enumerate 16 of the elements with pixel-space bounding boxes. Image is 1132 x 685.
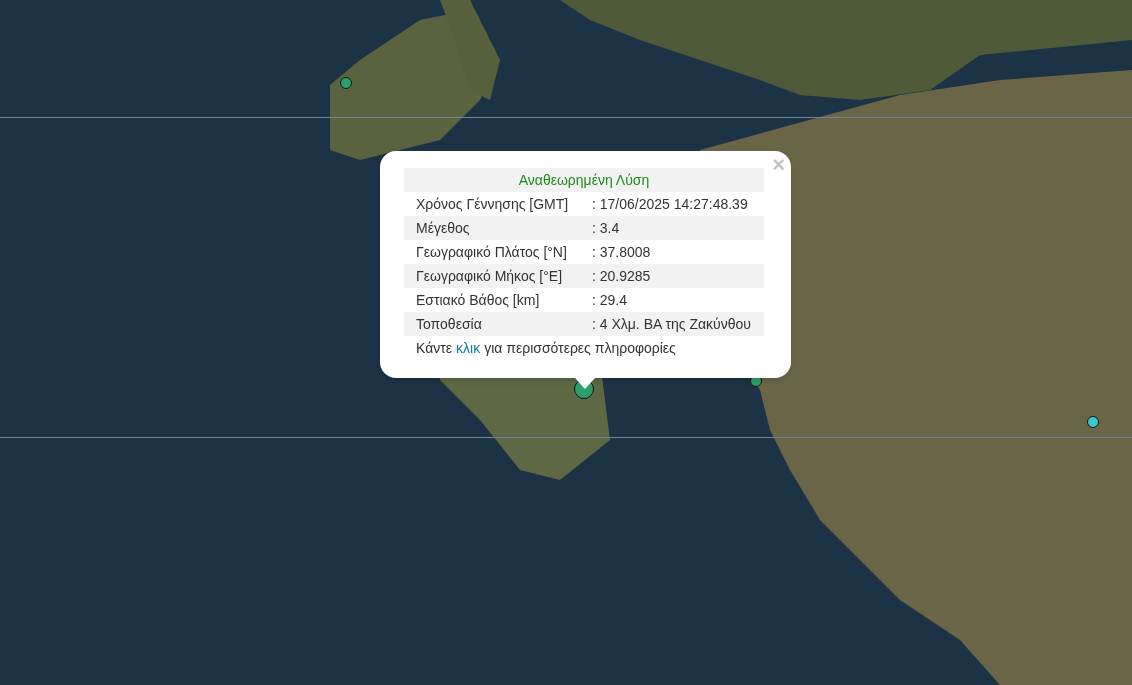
footer-text: Κάντε — [416, 339, 453, 358]
field-value: : 3.4 — [592, 219, 620, 238]
footer-text: για περισσότερες πληροφορίες — [484, 339, 676, 358]
field-value: : 17/06/2025 14:27:48.39 — [592, 195, 748, 214]
field-value: : 4 Χλμ. ΒΑ της Ζακύνθου — [592, 315, 751, 334]
field-label: Χρόνος Γέννησης [GMT] — [415, 195, 570, 214]
field-label: Τοποθεσία — [415, 315, 483, 334]
field-label: Μέγεθος — [415, 219, 471, 238]
field-value: : 20.9285 — [592, 267, 651, 286]
field-value: : 29.4 — [592, 291, 628, 310]
field-label: Εστιακό Βάθος [km] — [415, 291, 541, 310]
field-value: : 37.8008 — [592, 243, 651, 262]
more-info-link[interactable]: κλικ — [456, 336, 481, 360]
field-label: Γεωγραφικό Μήκος [°E] — [415, 267, 564, 286]
field-label: Γεωγραφικό Πλάτος [°N] — [415, 243, 568, 262]
popup-title: Αναθεωρημένη Λύση — [404, 168, 764, 192]
